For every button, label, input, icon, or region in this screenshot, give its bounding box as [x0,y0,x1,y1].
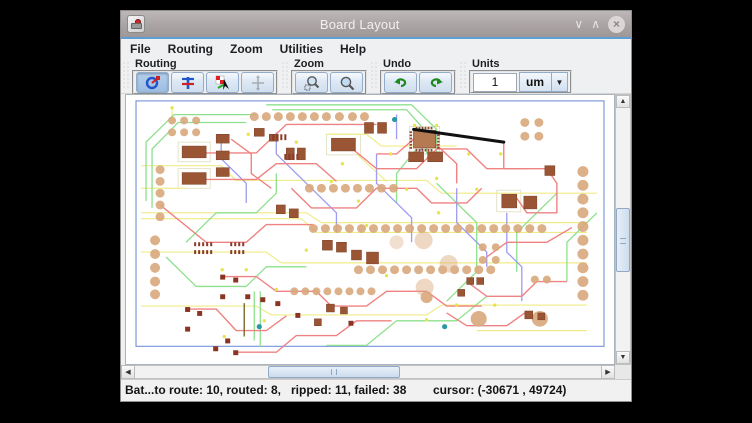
interactive-route-button[interactable] [171,72,204,93]
units-scale-input[interactable]: 1 [473,73,517,92]
menu-utilities[interactable]: Utilities [280,42,323,56]
status-batch-route: Bat...to route: 10, routed: 8, [125,383,281,397]
undo-icon [393,75,409,91]
autoroute-icon [145,75,161,91]
scroll-left-button[interactable]: ◀ [121,365,135,379]
pcb-canvas[interactable] [125,94,615,365]
zoom-out-icon [339,75,355,91]
units-group-label: Units [469,59,572,70]
dropdown-arrow-icon[interactable]: ▼ [551,73,567,91]
toolbar-grip[interactable] [459,61,468,89]
zoom-out-button[interactable] [330,72,363,93]
redo-icon [428,75,444,91]
vertical-scrollbar[interactable]: ▲ ▼ [615,94,631,365]
maximize-button[interactable]: ∧ [591,18,600,30]
app-icon-base [131,23,142,29]
interactive-route-icon [180,75,196,91]
scrollbar-corner [615,365,631,379]
vertical-scroll-thumb[interactable] [616,208,630,272]
undo-button[interactable] [384,72,417,93]
pcb-drawing [126,95,614,364]
units-dropdown[interactable]: um ▼ [519,72,568,92]
scroll-right-button[interactable]: ▶ [601,365,615,379]
minimize-button[interactable]: ∨ [574,18,583,30]
route-to-target-icon [215,75,231,91]
routing-group-label: Routing [132,59,278,70]
close-button[interactable]: × [608,16,625,33]
board-layout-window: Board Layout ∨ ∧ × File Routing Zoom Uti… [120,10,632,402]
toolbar-grip[interactable] [122,61,131,89]
status-cursor-position: cursor: (-30671 , 49724) [433,383,566,397]
zoom-toolbar-group: Zoom [291,59,367,91]
zoom-group-label: Zoom [291,59,367,70]
window-title: Board Layout [145,17,574,32]
undo-group-label: Undo [380,59,456,70]
title-bar[interactable]: Board Layout ∨ ∧ × [121,11,631,37]
autoroute-button[interactable] [136,72,169,93]
vertical-scroll-track[interactable] [616,108,630,351]
toolbar-grip[interactable] [370,61,379,89]
horizontal-scroll-track[interactable] [135,365,601,379]
zoom-region-icon [304,75,320,91]
horizontal-scroll-thumb[interactable] [268,366,400,378]
units-toolbar-group: Units 1 um ▼ [469,59,572,91]
menu-zoom[interactable]: Zoom [230,42,263,56]
status-bar: Bat...to route: 10, routed: 8, ripped: 1… [121,379,631,401]
menu-file[interactable]: File [130,42,151,56]
move-item-button[interactable] [241,72,274,93]
menu-bar: File Routing Zoom Utilities Help [121,39,631,58]
scroll-up-button[interactable]: ▲ [616,95,630,108]
scroll-down-button[interactable]: ▼ [616,351,630,364]
menu-routing[interactable]: Routing [168,42,213,56]
routing-toolbar-group: Routing [132,59,278,91]
units-dropdown-value: um [520,75,551,89]
toolbar: Routing [121,58,631,94]
zoom-region-button[interactable] [295,72,328,93]
horizontal-scrollbar[interactable]: ◀ ▶ [121,365,631,379]
status-ripped-failed: ripped: 11, failed: 38 [291,383,406,397]
toolbar-grip[interactable] [281,61,290,89]
move-item-icon [250,75,266,91]
redo-button[interactable] [419,72,452,93]
menu-help[interactable]: Help [340,42,366,56]
undo-toolbar-group: Undo [380,59,456,91]
app-icon[interactable] [127,15,145,33]
route-to-target-button[interactable] [206,72,239,93]
